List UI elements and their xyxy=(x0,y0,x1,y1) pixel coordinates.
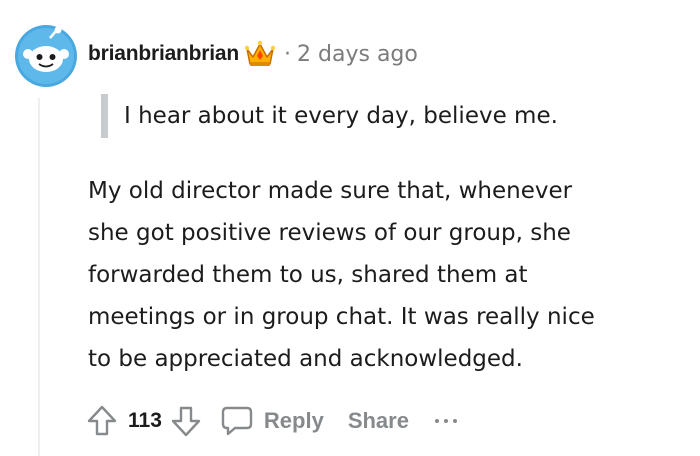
upvote-button[interactable] xyxy=(82,399,122,443)
upvote-arrow-icon xyxy=(87,405,117,436)
block-quote: I hear about it every day, believe me. xyxy=(101,94,558,138)
vote-score: 113 xyxy=(128,409,162,432)
comment-actions: 113 Reply Share xyxy=(82,398,462,444)
comment-timestamp[interactable]: 2 days ago xyxy=(297,42,418,67)
reply-label: Reply xyxy=(263,408,324,433)
quote-text: I hear about it every day, believe me. xyxy=(124,103,558,129)
downvote-arrow-icon xyxy=(171,406,201,437)
body-line: My old director made sure that, whenever xyxy=(88,178,573,204)
speech-bubble-icon xyxy=(221,406,253,436)
meta-separator: · xyxy=(284,41,292,67)
crown-award-icon[interactable] xyxy=(244,39,276,69)
comment-body: My old director made sure that, whenever… xyxy=(88,170,688,380)
body-line: she got positive reviews of our group, s… xyxy=(88,220,571,246)
downvote-button[interactable] xyxy=(166,399,206,443)
body-line: to be appreciated and acknowledged. xyxy=(88,346,523,372)
author-username[interactable]: brianbrianbrian xyxy=(88,42,239,66)
reply-button[interactable]: Reply xyxy=(220,404,324,438)
share-button[interactable]: Share xyxy=(348,408,409,434)
user-avatar[interactable] xyxy=(14,24,78,88)
thread-line[interactable] xyxy=(38,98,40,456)
body-line: forwarded them to us, shared them at xyxy=(88,262,528,288)
ellipsis-icon[interactable] xyxy=(434,399,462,443)
body-line: meetings or in group chat. It was really… xyxy=(88,304,595,330)
comment-header: brianbrianbrian · 2 days ago xyxy=(88,38,418,70)
